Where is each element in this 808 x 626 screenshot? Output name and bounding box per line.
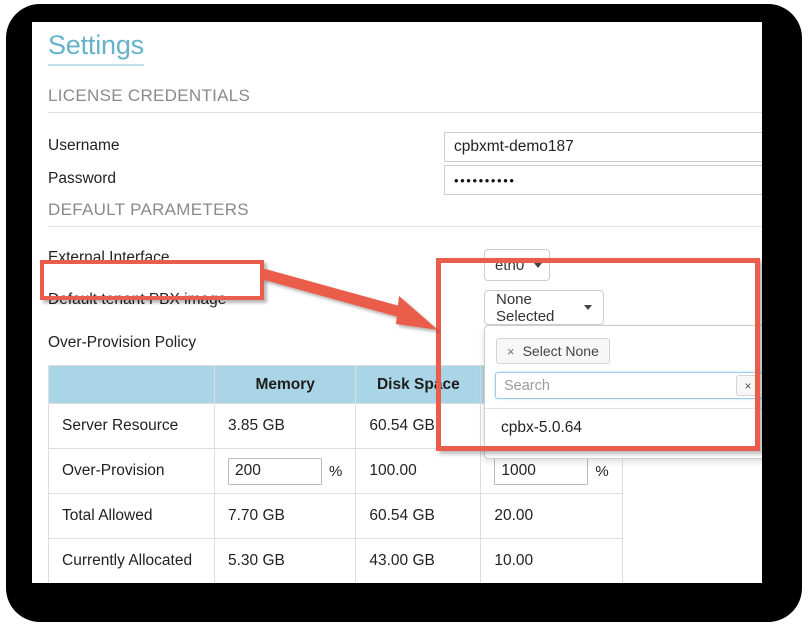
external-interface-label: External Interface [48, 249, 170, 266]
chevron-down-icon [584, 305, 592, 310]
chevron-down-icon [534, 262, 543, 268]
row-label: Currently Allocated [48, 538, 215, 583]
username-label: Username [48, 137, 120, 154]
select-none-button[interactable]: × Select None [496, 338, 610, 364]
close-icon: × [507, 343, 515, 359]
dropdown-divider [485, 408, 762, 409]
password-label: Password [48, 170, 117, 187]
cell-memory: 7.70 GB [213, 493, 357, 539]
cell-memory: 5.30 GB [213, 538, 357, 583]
section-header-license: LICENSE CREDENTIALS [48, 86, 762, 113]
cell-disk: 60.54 GB [355, 493, 482, 539]
over-provision-policy-label: Over-Provision Policy [48, 334, 197, 351]
settings-page: Settings LICENSE CREDENTIALS Username Pa… [32, 22, 762, 583]
pbx-image-label: Default tenant PBX image [48, 291, 227, 308]
memory-over-provision-input[interactable] [228, 457, 322, 485]
close-icon: × [744, 378, 752, 393]
select-none-label: Select None [522, 343, 599, 359]
dropdown-search-input[interactable] [496, 373, 732, 398]
cell-disk: 60.54 GB [355, 403, 482, 449]
clear-search-button[interactable]: × [736, 375, 760, 396]
pbx-image-dropdown-panel: × Select None × cpbx-5.0.64 [484, 325, 762, 459]
row-label: Total Allowed [48, 493, 215, 539]
cell-disk: 43.00 GB [355, 538, 482, 583]
password-input[interactable] [444, 165, 762, 195]
settings-page-content: Settings LICENSE CREDENTIALS Username Pa… [32, 22, 762, 583]
dropdown-option-0[interactable]: cpbx-5.0.64 [501, 419, 582, 437]
table-row: Currently Allocated 5.30 GB 43.00 GB 10.… [48, 538, 623, 583]
username-input[interactable] [444, 132, 762, 162]
external-interface-select[interactable]: eth0 [484, 249, 550, 281]
pbx-image-dropdown-value: None Selected [496, 290, 555, 325]
cell-disk: 100.00 [355, 448, 482, 494]
cell-memory: 3.85 GB [213, 403, 357, 449]
table-header-disk-space: Disk Space [355, 365, 482, 404]
percent-sign: % [329, 462, 343, 480]
cell-memory-overprovision: % [213, 448, 357, 494]
row-label: Server Resource [48, 403, 215, 449]
screenshot-root: Settings LICENSE CREDENTIALS Username Pa… [0, 0, 808, 626]
external-interface-value: eth0 [495, 256, 525, 274]
dropdown-search-wrapper: × [495, 372, 762, 399]
percent-sign: % [595, 462, 609, 480]
pbx-image-dropdown-button[interactable]: None Selected [484, 290, 604, 325]
cpu-over-provision-input[interactable] [494, 457, 589, 485]
row-label: Over-Provision [48, 448, 215, 494]
table-header-blank [48, 365, 215, 404]
cell-cpu: 20.00 [480, 493, 623, 539]
page-title: Settings [48, 30, 144, 67]
section-header-default-parameters: DEFAULT PARAMETERS [48, 200, 762, 227]
table-row: Total Allowed 7.70 GB 60.54 GB 20.00 [48, 493, 623, 539]
table-header-memory: Memory [213, 365, 357, 404]
cell-cpu: 10.00 [480, 538, 623, 583]
